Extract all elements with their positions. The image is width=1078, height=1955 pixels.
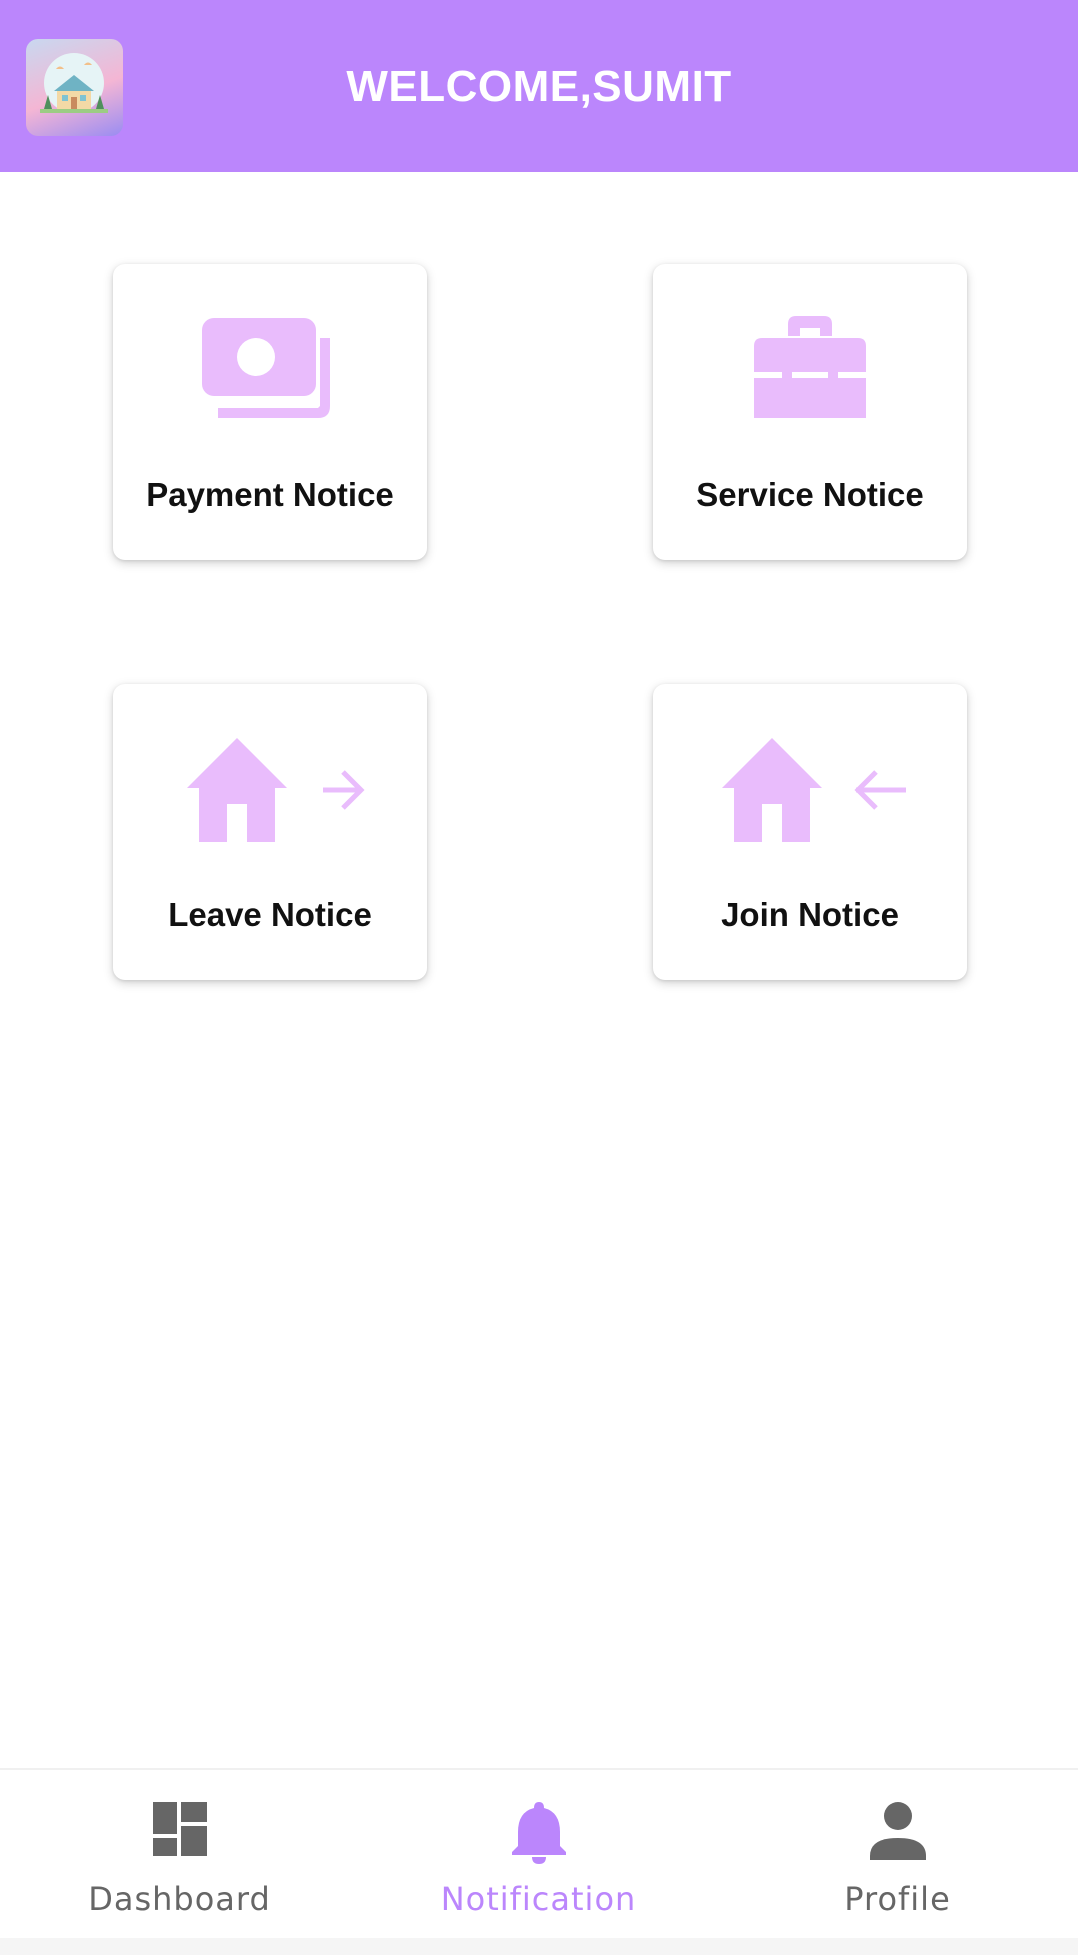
service-notice-card[interactable]: Service Notice <box>653 264 967 560</box>
app-header: WELCOME,SUMIT <box>0 0 1078 172</box>
leave-notice-card[interactable]: Leave Notice <box>113 684 427 980</box>
nav-dashboard[interactable]: Dashboard <box>0 1770 359 1940</box>
bell-icon <box>511 1802 566 1864</box>
toolbox-icon <box>754 316 866 418</box>
payment-notice-card[interactable]: Payment Notice <box>113 264 427 560</box>
nav-notification-label: Notification <box>440 1880 637 1918</box>
system-nav-strip <box>0 1938 1078 1955</box>
bottom-navigation: Dashboard Notification Profile <box>0 1768 1078 1938</box>
app-root: WELCOME,SUMIT Payment Notice Service Not… <box>0 0 1078 1955</box>
nav-profile-label: Profile <box>844 1880 951 1918</box>
house-enter-icon <box>722 738 906 842</box>
dashboard-icon <box>152 1802 207 1856</box>
nav-notification[interactable]: Notification <box>359 1770 718 1940</box>
service-notice-label: Service Notice <box>696 476 924 513</box>
house-exit-icon <box>187 738 365 842</box>
payment-notice-label: Payment Notice <box>146 476 394 513</box>
nav-dashboard-label: Dashboard <box>88 1880 271 1918</box>
welcome-title: WELCOME,SUMIT <box>346 62 732 111</box>
join-notice-card[interactable]: Join Notice <box>653 684 967 980</box>
money-icon <box>202 318 330 418</box>
nav-profile[interactable]: Profile <box>718 1770 1077 1940</box>
join-notice-label: Join Notice <box>721 896 899 933</box>
leave-notice-label: Leave Notice <box>168 896 372 933</box>
person-icon <box>869 1802 926 1860</box>
